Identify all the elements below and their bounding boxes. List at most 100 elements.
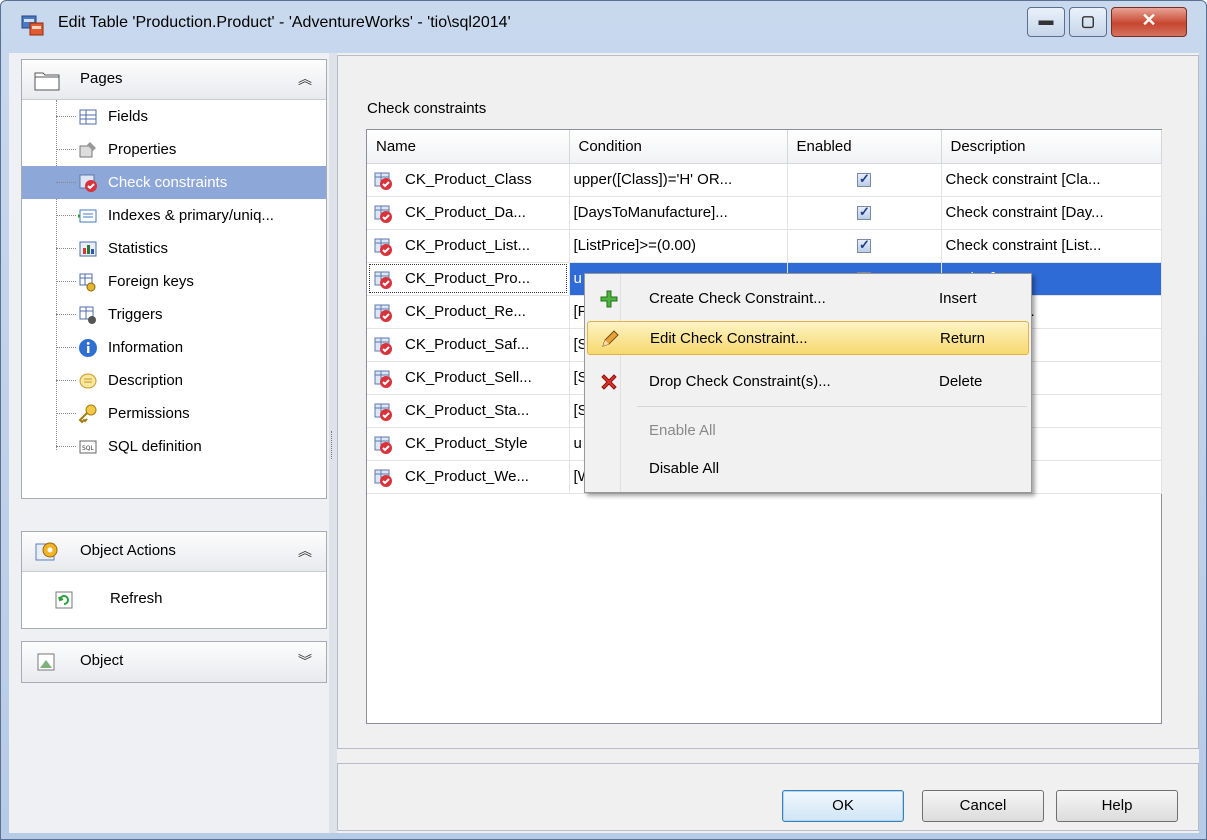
page-item-label: Properties [108,141,177,158]
object-group-label: Object [80,652,124,669]
pages-group-header[interactable]: Pages ︽ [22,60,326,100]
cell-enabled[interactable] [787,229,942,263]
cancel-button[interactable]: Cancel [922,790,1044,822]
cell-condition[interactable]: [DaysToManufacture]... [569,196,788,230]
page-item-fields[interactable]: Fields [22,100,326,133]
cell-name[interactable]: CK_Product_Pro... [367,262,570,296]
cell-enabled[interactable] [787,163,942,197]
trigger-icon [79,306,96,324]
page-item-triggers[interactable]: Triggers [22,298,326,331]
constraint-name: CK_Product_Da... [405,204,526,221]
check-constraint-icon [374,403,392,421]
page-item-statistics[interactable]: Statistics [22,232,326,265]
fields-icon [79,109,97,125]
close-icon: ✕ [1141,10,1157,30]
statistics-icon [79,241,97,257]
enabled-checkbox[interactable] [857,204,871,221]
table-row[interactable]: CK_Product_Da... [DaysToManufacture]... Ch… [367,196,1162,230]
cell-description[interactable]: Check constraint [Cla... [941,163,1162,197]
foreign-key-icon [79,273,96,292]
description-icon [79,373,97,389]
cell-condition[interactable]: upper([Class])='H' OR... [569,163,788,197]
cell-condition[interactable]: [ListPrice]>=(0.00) [569,229,788,263]
table-row[interactable]: CK_Product_Class upper([Class])='H' OR...… [367,163,1162,197]
menu-item-drop-check-constraints[interactable]: Drop Check Constraint(s)... Delete [587,365,1029,399]
cell-name[interactable]: CK_Product_We... [367,460,570,494]
table-edit-app-icon [21,15,44,36]
constraint-name: CK_Product_Sell... [405,369,532,386]
menu-item-enable-all: Enable All [587,414,1029,448]
page-item-foreign-keys[interactable]: Foreign keys [22,265,326,298]
check-constraint-icon [374,205,392,223]
page-item-description[interactable]: Description [22,364,326,397]
cell-description[interactable]: Check constraint [List... [941,229,1162,263]
ok-button[interactable]: OK [782,790,904,822]
navigation-pane: Pages ︽ Fields Properties Check constrai… [9,53,329,833]
menu-item-label: Create Check Constraint... [649,290,826,307]
help-button[interactable]: Help [1056,790,1178,822]
table-row[interactable]: CK_Product_List... [ListPrice]>=(0.00) Che… [367,229,1162,263]
object-actions-header[interactable]: Object Actions ︽ [22,532,326,572]
enabled-checkbox[interactable] [857,237,871,254]
page-item-sql-definition[interactable]: SQL SQL definition [22,430,326,463]
page-item-label: Foreign keys [108,273,194,290]
expand-chevron-icon[interactable]: ︾ [298,651,312,671]
collapse-chevron-icon[interactable]: ︽ [298,69,312,89]
menu-item-label: Drop Check Constraint(s)... [649,373,831,390]
key-icon [78,404,97,424]
maximize-button[interactable]: ▢ [1069,7,1107,37]
cell-name[interactable]: CK_Product_Da... [367,196,570,230]
maximize-icon: ▢ [1080,13,1096,30]
splitter-grip[interactable] [331,431,334,459]
close-button[interactable]: ✕ [1111,7,1187,37]
sql-icon: SQL [79,440,97,454]
constraint-name: CK_Product_We... [405,468,529,485]
check-constraint-icon [374,172,392,190]
column-header-enabled[interactable]: Enabled [787,130,942,164]
menu-item-edit-check-constraint[interactable]: Edit Check Constraint... Return [587,321,1029,355]
collapse-chevron-icon[interactable]: ︽ [298,541,312,561]
page-item-properties[interactable]: Properties [22,133,326,166]
object-group: Object ︾ [21,641,327,683]
cell-name[interactable]: CK_Product_Sell... [367,361,570,395]
cell-description[interactable]: Check constraint [Day... [941,196,1162,230]
menu-item-disable-all[interactable]: Disable All [587,454,1029,488]
cell-enabled[interactable] [787,196,942,230]
tree-branch-line [56,446,76,447]
cell-name[interactable]: CK_Product_List... [367,229,570,263]
check-constraint-icon [374,469,392,487]
cell-name[interactable]: CK_Product_Saf... [367,328,570,362]
page-item-label: Triggers [108,306,163,323]
column-header-description[interactable]: Description [941,130,1162,164]
tree-branch-line [56,281,76,282]
column-header-name[interactable]: Name [367,130,570,164]
refresh-action[interactable]: Refresh [22,572,326,628]
page-item-information[interactable]: Information [22,331,326,364]
menu-item-label: Disable All [649,460,720,477]
cell-name[interactable]: CK_Product_Re... [367,295,570,329]
tree-branch-line [56,215,76,216]
minimize-button[interactable]: ▬ [1027,7,1065,37]
pages-tree: Fields Properties Check constraints Inde… [22,100,326,463]
menu-item-create-check-constraint[interactable]: Create Check Constraint... Insert [587,282,1029,316]
cell-name[interactable]: CK_Product_Style [367,427,570,461]
page-item-check-constraints[interactable]: Check constraints [22,166,326,199]
enabled-checkbox[interactable] [857,171,871,188]
page-item-indexes[interactable]: Indexes & primary/uniq... [22,199,326,232]
table-header-row: Name Condition Enabled Description [367,130,1162,164]
cell-name[interactable]: CK_Product_Sta... [367,394,570,428]
svg-text:SQL: SQL [82,445,95,452]
page-item-permissions[interactable]: Permissions [22,397,326,430]
check-constraint-icon [374,370,392,388]
context-menu: Create Check Constraint... Insert Edit C… [584,273,1032,493]
refresh-label: Refresh [110,590,163,607]
constraint-name: CK_Product_Re... [405,303,526,320]
pane-splitter[interactable] [329,53,337,833]
constraint-name: CK_Product_List... [405,237,531,254]
cell-name[interactable]: CK_Product_Class [367,163,570,197]
menu-item-shortcut: Delete [939,373,983,390]
constraint-name: CK_Product_Sta... [405,402,530,419]
menu-item-label: Enable All [649,422,716,439]
object-group-header[interactable]: Object ︾ [22,642,326,682]
column-header-condition[interactable]: Condition [569,130,788,164]
